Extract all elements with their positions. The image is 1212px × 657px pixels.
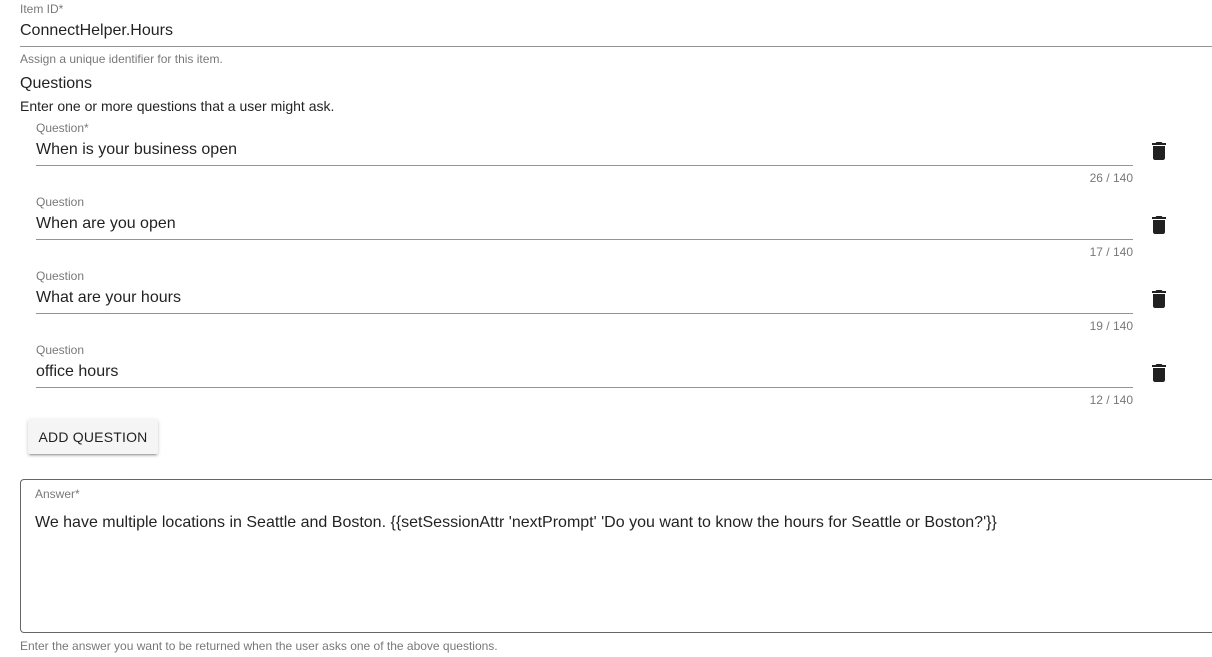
question-char-counter: 26 / 140 [1089,171,1133,185]
questions-title: Questions [20,75,93,92]
question-underline [36,239,1133,240]
delete-question-button[interactable] [1147,287,1171,316]
item-id-label: Item ID* [20,2,64,16]
trash-icon [1152,216,1166,234]
question-char-counter: 17 / 140 [1089,245,1133,259]
item-id-underline [20,46,1212,47]
answer-label: Answer* [35,487,80,501]
question-input[interactable]: When is your business open [36,141,237,159]
question-input[interactable]: What are your hours [36,289,181,307]
question-input[interactable]: office hours [36,363,118,381]
answer-textarea[interactable]: Answer* We have multiple locations in Se… [20,479,1212,633]
add-question-button[interactable]: ADD QUESTION [28,419,158,454]
question-label: Question [36,195,85,209]
question-underline [36,165,1133,166]
trash-icon [1152,364,1166,382]
question-char-counter: 12 / 140 [1089,393,1133,407]
item-id-input[interactable]: ConnectHelper.Hours [20,22,173,40]
answer-text[interactable]: We have multiple locations in Seattle an… [35,514,997,532]
question-input[interactable]: When are you open [36,215,176,233]
answer-hint: Enter the answer you want to be returned… [20,639,498,653]
question-label: Question [36,269,85,283]
trash-icon [1152,290,1166,308]
delete-question-button[interactable] [1147,361,1171,390]
question-label: Question* [36,121,89,135]
item-id-hint: Assign a unique identifier for this item… [20,52,223,66]
delete-question-button[interactable] [1147,139,1171,168]
question-label: Question [36,343,85,357]
questions-description: Enter one or more questions that a user … [20,98,335,114]
question-underline [36,387,1133,388]
question-underline [36,313,1133,314]
question-char-counter: 19 / 140 [1089,319,1133,333]
delete-question-button[interactable] [1147,213,1171,242]
trash-icon [1152,142,1166,160]
